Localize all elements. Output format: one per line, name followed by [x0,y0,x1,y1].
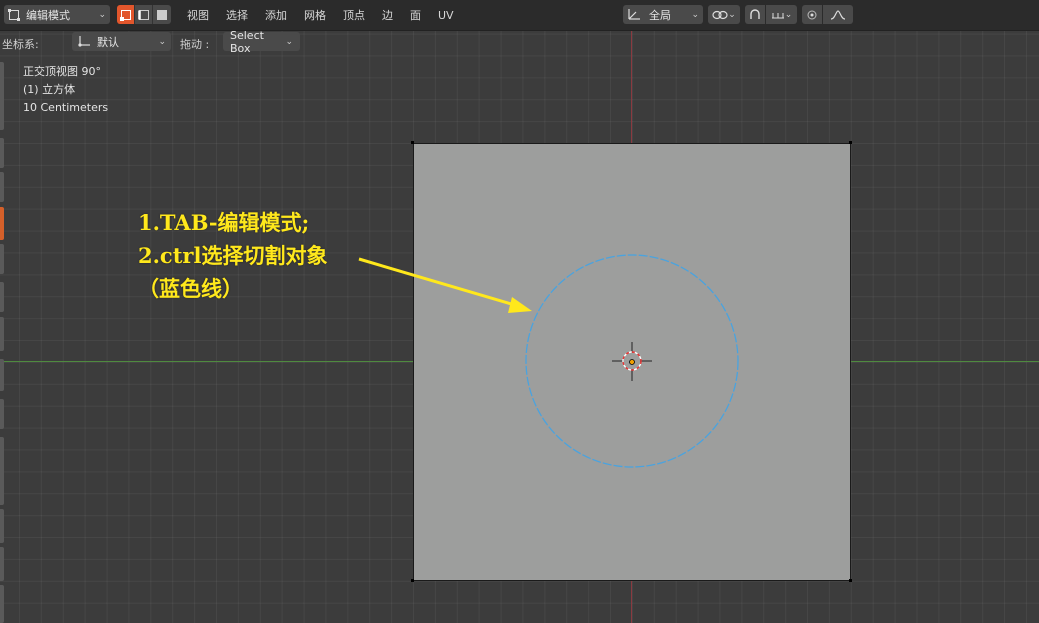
edge-select-button[interactable] [135,5,153,24]
falloff-curve-icon [830,9,846,20]
drag-value: Select Box [230,28,264,55]
chevron-down-icon: ⌄ [784,9,793,20]
proportional-falloff-select[interactable] [823,5,853,24]
proportional-edit-button[interactable] [802,5,822,24]
menu-edge[interactable]: 边 [382,7,393,23]
menu-view[interactable]: 视图 [187,7,209,23]
tool-inset-button[interactable] [0,509,4,543]
snap-button[interactable] [745,5,765,24]
tool-measure-button[interactable] [0,399,4,429]
menu-mesh[interactable]: 网格 [304,7,326,23]
tool-select-button[interactable] [0,62,4,130]
link-icon [712,10,728,19]
tool-loopcut-button[interactable] [0,585,4,623]
annotation-line-2: 2.ctrl选择切割对象 [138,243,328,268]
tool-scale-button[interactable] [0,282,4,312]
active-object-text: (1) 立方体 [23,83,76,96]
tutorial-annotation: 1.TAB-编辑模式; 2.ctrl选择切割对象 （蓝色线） [138,206,327,305]
3d-cursor-icon[interactable] [612,342,652,381]
menu-add[interactable]: 添加 [265,7,287,23]
orientation-select[interactable]: 默认 ⌄ [72,32,171,51]
view-name-text: 正交顶视图 90° [23,65,101,78]
header-menu: 视图 选择 添加 网格 顶点 边 面 UV [187,0,471,30]
chevron-down-icon: ⌄ [728,9,736,20]
tool-move-button[interactable] [0,172,4,202]
viewport-overlay [358,254,739,468]
annotation-arrow [358,257,532,313]
face-select-icon [157,9,167,20]
snap-increment-icon [771,12,784,18]
chevron-down-icon: ⌄ [691,9,699,20]
edit-mode-icon [8,8,20,21]
blender-window: 正交顶视图 90° (1) 立方体 10 Centimeters 1.TAB-编… [0,0,1039,623]
3d-viewport[interactable]: 正交顶视图 90° (1) 立方体 10 Centimeters 1.TAB-编… [0,0,1039,623]
snap-icon [750,8,760,19]
edge-select-icon [137,9,149,20]
tool-extrude-button[interactable] [0,437,4,505]
tool-settings-bar: 坐标系: 默认 ⌄ 拖动 : Select Box ⌄ [0,29,1039,55]
tool-cursor-button[interactable] [0,138,4,168]
tool-annotate-button[interactable] [0,359,4,391]
tool-knife-button[interactable] [0,207,4,240]
tool-bevel-button[interactable] [0,547,4,581]
menu-vertex[interactable]: 顶点 [343,7,365,23]
select-mode-group [117,5,171,24]
mode-selector-label: 编辑模式 [26,8,70,22]
menu-face[interactable]: 面 [410,7,421,23]
viewport-header: 编辑模式 ⌄ 视图 选择 添加 网格 顶点 边 面 UV 全局 ⌄ ⌄ ⌄ [0,0,1039,31]
mode-selector[interactable]: 编辑模式 ⌄ [4,5,110,24]
vertex-select-button[interactable] [117,5,135,24]
orientation-value: 默认 [97,35,119,49]
viewport-info: 正交顶视图 90° (1) 立方体 10 Centimeters [23,63,108,117]
chevron-down-icon: ⌄ [285,36,293,47]
pivot-label: 全局 [649,8,671,22]
snap-target-select[interactable]: ⌄ [766,5,797,24]
vertex-select-icon [119,9,131,21]
orientation-label: 坐标系: [2,38,39,51]
drag-label: 拖动 : [180,38,210,51]
annotation-line-3: （蓝色线） [138,276,243,301]
menu-uv[interactable]: UV [438,9,454,22]
grid-scale-text: 10 Centimeters [23,101,109,114]
menu-select[interactable]: 选择 [226,7,248,23]
orientation-icon [78,36,90,47]
chevron-down-icon: ⌄ [158,36,166,47]
chevron-down-icon: ⌄ [98,9,106,20]
proportional-edit-icon [807,10,817,19]
snap-toggle-button[interactable]: ⌄ [708,5,740,24]
annotation-line-1: 1.TAB-编辑模式; [138,210,310,235]
transform-orientation-select[interactable]: 全局 ⌄ [623,5,703,24]
transform-pivot-icon [628,9,640,20]
tool-transform-button[interactable] [0,317,4,351]
drag-select[interactable]: Select Box ⌄ [223,29,300,55]
face-select-button[interactable] [153,5,171,24]
tool-rotate-button[interactable] [0,244,4,274]
